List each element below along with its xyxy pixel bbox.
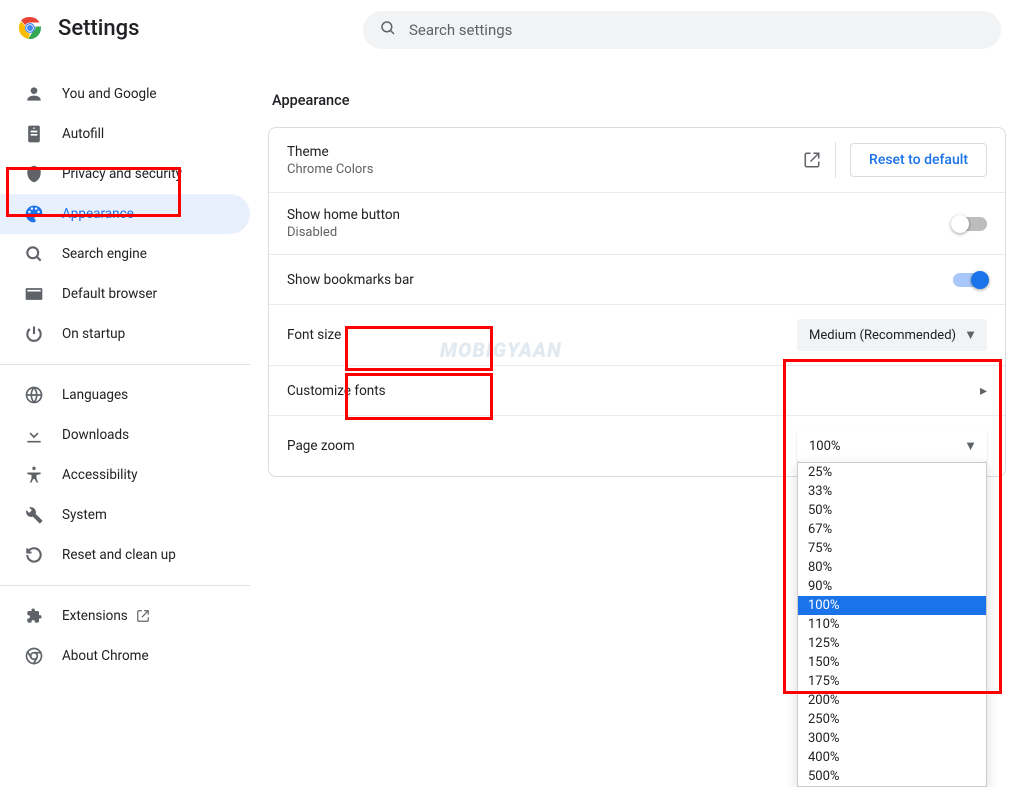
zoom-option[interactable]: 50% [798, 501, 986, 520]
zoom-option[interactable]: 125% [798, 634, 986, 653]
chrome-icon [24, 646, 44, 666]
shield-icon [24, 164, 44, 184]
power-icon [24, 324, 44, 344]
theme-label: Theme [287, 144, 803, 160]
sidebar-item-you-and-google[interactable]: You and Google [0, 74, 250, 114]
sidebar-item-on-startup[interactable]: On startup [0, 314, 250, 354]
bookmarks-toggle[interactable] [953, 273, 987, 287]
download-icon [24, 425, 44, 445]
divider [835, 142, 836, 178]
sidebar-item-extensions[interactable]: Extensions [0, 596, 250, 636]
row-page-zoom: Page zoom 100% ▼ 25%33%50%67%75%80%90%10… [269, 416, 1005, 476]
row-font-size: Font size Medium (Recommended) ▼ [269, 305, 1005, 366]
sidebar-item-privacy-and-security[interactable]: Privacy and security [0, 154, 250, 194]
chevron-right-icon: ▸ [980, 383, 987, 399]
sidebar-item-label: Search engine [62, 246, 147, 262]
sidebar-item-accessibility[interactable]: Accessibility [0, 455, 250, 495]
home-sub: Disabled [287, 225, 953, 240]
appearance-card: Theme Chrome Colors Reset to default Sho… [268, 127, 1006, 477]
sidebar-item-about-chrome[interactable]: About Chrome [0, 636, 250, 676]
sidebar-item-default-browser[interactable]: Default browser [0, 274, 250, 314]
search-icon [24, 244, 44, 264]
zoom-label: Page zoom [287, 438, 797, 454]
row-theme[interactable]: Theme Chrome Colors Reset to default [269, 128, 1005, 193]
zoom-option[interactable]: 67% [798, 520, 986, 539]
dropdown-arrow-icon: ▼ [964, 327, 977, 343]
zoom-option[interactable]: 33% [798, 482, 986, 501]
zoom-option[interactable]: 110% [798, 615, 986, 634]
zoom-option[interactable]: 400% [798, 748, 986, 767]
sidebar-item-autofill[interactable]: Autofill [0, 114, 250, 154]
search-settings[interactable] [363, 11, 1001, 49]
globe-icon [24, 385, 44, 405]
zoom-option[interactable]: 175% [798, 672, 986, 691]
row-home-button: Show home button Disabled [269, 193, 1005, 255]
fontsize-label: Font size [287, 327, 797, 343]
sidebar-item-label: Reset and clean up [62, 547, 176, 563]
divider [0, 364, 250, 365]
zoom-option[interactable]: 200% [798, 691, 986, 710]
page-zoom-dropdown[interactable]: 25%33%50%67%75%80%90%100%110%125%150%175… [797, 462, 987, 787]
person-icon [24, 84, 44, 104]
customfonts-label: Customize fonts [287, 383, 980, 399]
sidebar-item-label: Downloads [62, 427, 129, 443]
sidebar-item-label: Accessibility [62, 467, 138, 483]
zoom-option[interactable]: 25% [798, 463, 986, 482]
sidebar-item-system[interactable]: System [0, 495, 250, 535]
search-input[interactable] [409, 21, 985, 39]
sidebar-item-label: On startup [62, 326, 125, 342]
access-icon [24, 465, 44, 485]
font-size-value: Medium (Recommended) [809, 328, 956, 343]
sidebar-item-label: Languages [62, 387, 128, 403]
home-button-toggle[interactable] [953, 217, 987, 231]
zoom-option[interactable]: 100% [798, 596, 986, 615]
zoom-option[interactable]: 90% [798, 577, 986, 596]
reset-to-default-button[interactable]: Reset to default [850, 143, 987, 177]
sidebar-item-reset-and-clean-up[interactable]: Reset and clean up [0, 535, 250, 575]
sidebar-item-label: You and Google [62, 86, 157, 102]
sidebar-item-languages[interactable]: Languages [0, 375, 250, 415]
sidebar-item-label: Default browser [62, 286, 157, 302]
palette-icon [24, 204, 44, 224]
zoom-option[interactable]: 75% [798, 539, 986, 558]
font-size-select[interactable]: Medium (Recommended) ▼ [797, 319, 987, 351]
page-zoom-select[interactable]: 100% ▼ [797, 430, 987, 462]
row-customize-fonts[interactable]: Customize fonts ▸ [269, 366, 1005, 416]
bookmarks-label: Show bookmarks bar [287, 272, 953, 288]
open-external-icon [136, 609, 150, 623]
sidebar-item-label: Autofill [62, 126, 104, 142]
autofill-icon [24, 124, 44, 144]
zoom-option[interactable]: 500% [798, 767, 986, 786]
home-label: Show home button [287, 207, 953, 223]
sidebar-item-label: Appearance [62, 206, 134, 222]
row-bookmarks-bar: Show bookmarks bar [269, 255, 1005, 305]
sidebar-item-downloads[interactable]: Downloads [0, 415, 250, 455]
page-title: Settings [58, 16, 139, 41]
dropdown-arrow-icon: ▼ [964, 438, 977, 454]
zoom-option[interactable]: 250% [798, 710, 986, 729]
sidebar-item-appearance[interactable]: Appearance [0, 194, 250, 234]
sidebar-item-label: Extensions [62, 608, 128, 624]
zoom-option[interactable]: 80% [798, 558, 986, 577]
puzzle-icon [24, 606, 44, 626]
divider [0, 585, 250, 586]
open-external-icon[interactable] [803, 151, 821, 169]
wrench-icon [24, 505, 44, 525]
page-zoom-value: 100% [809, 439, 840, 454]
sidebar: You and Google Autofill Privacy and securi… [0, 56, 250, 676]
reset-icon [24, 545, 44, 565]
zoom-option[interactable]: 300% [798, 729, 986, 748]
main-content: Appearance Theme Chrome Colors Reset to … [250, 56, 1024, 676]
section-title: Appearance [272, 92, 1006, 109]
sidebar-item-label: About Chrome [62, 648, 149, 664]
sidebar-item-label: Privacy and security [62, 166, 182, 182]
sidebar-item-label: System [62, 507, 107, 523]
chrome-logo-icon [18, 16, 42, 40]
browser-icon [24, 284, 44, 304]
sidebar-item-search-engine[interactable]: Search engine [0, 234, 250, 274]
search-icon [379, 19, 397, 41]
theme-sub: Chrome Colors [287, 162, 803, 177]
zoom-option[interactable]: 150% [798, 653, 986, 672]
